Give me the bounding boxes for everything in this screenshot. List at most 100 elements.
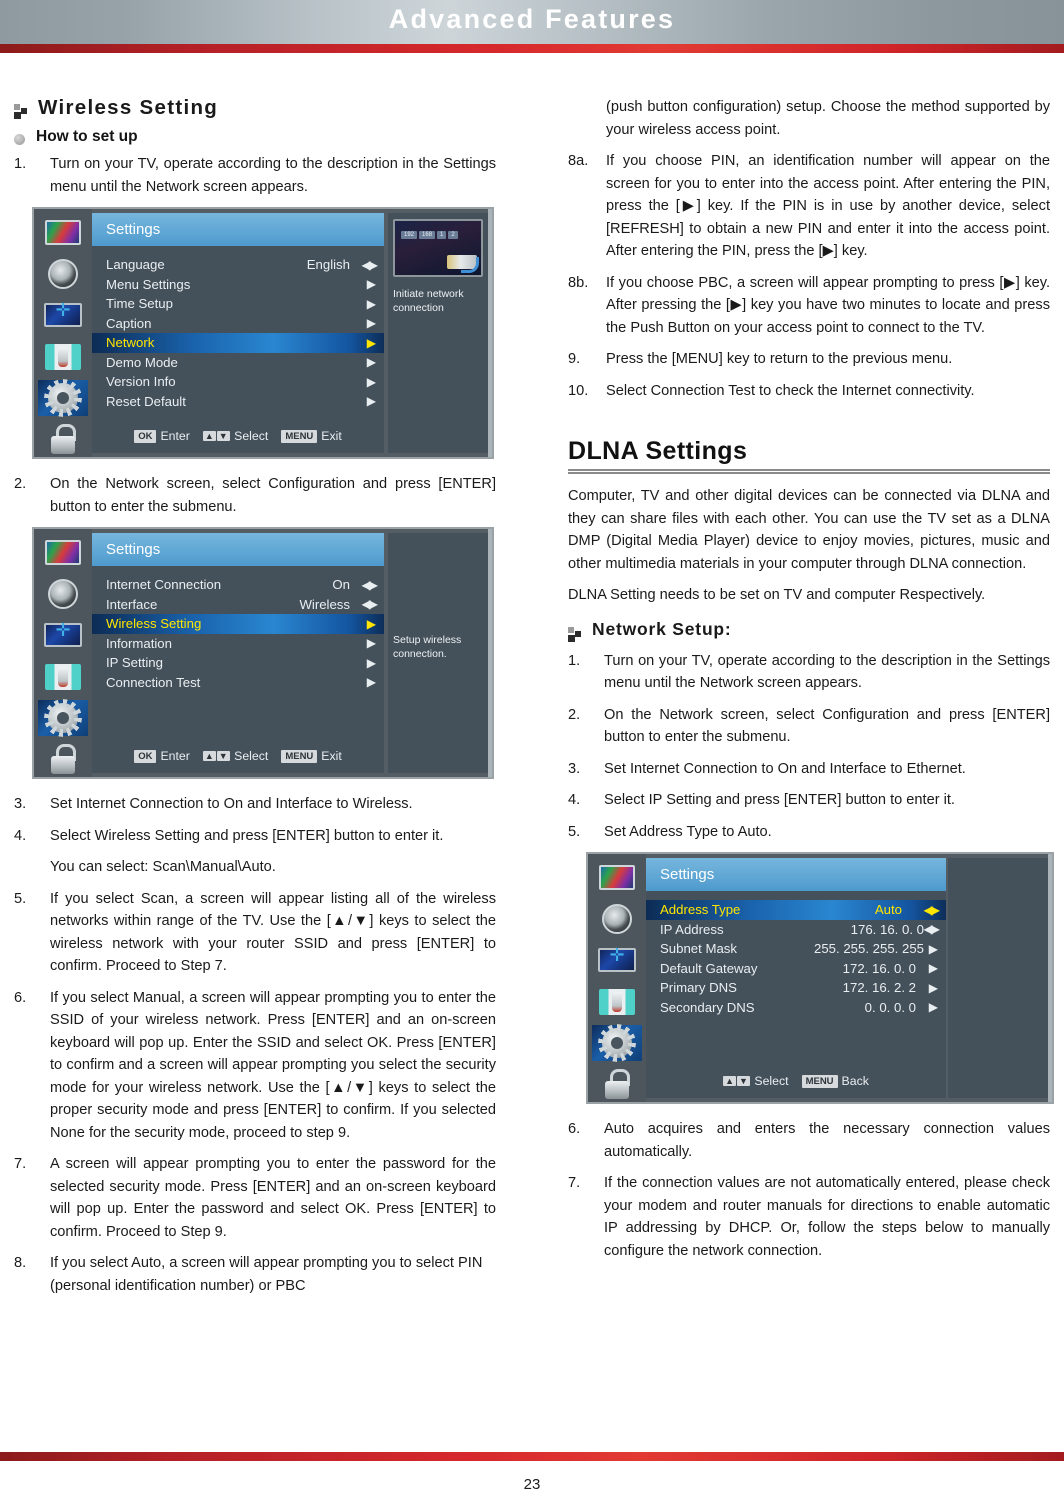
picture-icon — [38, 535, 88, 570]
selectable-options-note: You can select: Scan\Manual\Auto. — [50, 859, 276, 875]
osd-row[interactable]: Time Setup ▶ — [92, 294, 384, 314]
osd-main-panel: Settings Address Type Auto ◀▶ IP Address… — [646, 858, 946, 1098]
osd-right-edge — [1048, 854, 1052, 1102]
osd-row-list: Address Type Auto ◀▶ IP Address 176. 16.… — [646, 891, 946, 1017]
square-bullet-icon — [14, 104, 27, 119]
left-right-arrow-icon: ◀▶ — [923, 922, 941, 937]
osd-row[interactable]: IP Setting ▶ — [92, 653, 384, 673]
right-arrow-icon: ▶ — [928, 941, 938, 956]
osd-icon-rail — [588, 854, 646, 1102]
right-column: (push button configuration) setup. Choos… — [568, 96, 1054, 1271]
list-item: 10. Select Connection Test to check the … — [568, 382, 975, 399]
hint-back: MENU Back — [801, 1074, 869, 1088]
hint-exit: MENU Exit — [281, 429, 342, 443]
osd-side-panel: Setup wireless connection. — [388, 533, 488, 773]
osd-row[interactable]: Default Gateway 172. 16. 0. 0 ▶ — [646, 959, 946, 979]
list-item: 8. If you select Auto, a screen will app… — [14, 1255, 483, 1294]
channel-icon — [38, 339, 88, 374]
osd-key-hints: OK Enter ▲ ▼ Select MENU Exit — [92, 749, 384, 763]
page-header: Advanced Features — [0, 0, 1064, 44]
osd-row[interactable]: Secondary DNS 0. 0. 0. 0 ▶ — [646, 998, 946, 1018]
picture-icon — [592, 860, 642, 895]
osd-row[interactable]: Primary DNS 172. 16. 2. 2 ▶ — [646, 978, 946, 998]
osd-row-selected-network[interactable]: Network ▶ — [92, 333, 384, 353]
lock-icon — [592, 1067, 642, 1102]
osd-row[interactable]: Connection Test ▶ — [92, 673, 384, 693]
osd-row-selected-address-type[interactable]: Address Type Auto ◀▶ — [646, 900, 946, 920]
hint-exit: MENU Exit — [281, 749, 342, 763]
hint-enter: OK Enter — [134, 749, 190, 763]
right-arrow-icon: ▶ — [928, 1000, 938, 1015]
osd-row[interactable]: Reset Default ▶ — [92, 392, 384, 412]
settings-gear-icon — [592, 1025, 642, 1061]
osd-help-text: Setup wireless connection. — [393, 634, 462, 660]
osd-right-edge — [488, 209, 492, 457]
dlna-paragraph: DLNA Setting needs to be set on TV and c… — [568, 587, 986, 603]
list-item: 4. Select Wireless Setting and press [EN… — [14, 827, 444, 844]
hint-select: ▲ ▼ Select — [723, 1074, 789, 1088]
osd-row[interactable]: Caption ▶ — [92, 314, 384, 334]
ethernet-cable-icon — [461, 257, 479, 273]
osd-row[interactable]: Version Info ▶ — [92, 372, 384, 392]
osd-row-selected-wireless-setting[interactable]: Wireless Setting ▶ — [92, 614, 384, 634]
osd-row[interactable]: Language English ◀▶ — [92, 255, 384, 275]
hint-select: ▲ ▼ Select — [202, 429, 269, 443]
screen-icon — [592, 943, 642, 978]
list-item: 8b. If you choose PBC, a screen will app… — [568, 274, 1050, 336]
right-arrow-icon: ▶ — [366, 335, 376, 350]
list-item: 2. On the Network screen, select Configu… — [568, 706, 1050, 746]
list-item: 5. Set Address Type to Auto. — [568, 823, 772, 840]
right-arrow-icon: ▶ — [928, 980, 938, 995]
dlna-settings-heading: DLNA Settings — [568, 437, 748, 465]
list-item: 2. On the Network screen, select Configu… — [14, 476, 496, 515]
osd-row[interactable]: Information ▶ — [92, 634, 384, 654]
right-arrow-icon: ▶ — [366, 296, 376, 311]
osd-ip-setting-screenshot: Settings Address Type Auto ◀▶ IP Address… — [586, 852, 1054, 1104]
hint-enter: OK Enter — [134, 429, 190, 443]
down-arrow-key-icon: ▼ — [737, 1076, 750, 1086]
right-arrow-icon: ▶ — [366, 316, 376, 331]
left-column: Wireless Setting How to set up 1. Turn o… — [14, 96, 496, 1306]
menu-key-icon: MENU — [281, 750, 318, 763]
osd-icon-rail — [34, 209, 92, 457]
osd-row[interactable]: Menu Settings ▶ — [92, 275, 384, 295]
osd-icon-rail — [34, 529, 92, 777]
up-arrow-key-icon: ▲ — [202, 431, 216, 441]
picture-icon — [38, 215, 88, 250]
sound-icon — [38, 256, 88, 291]
osd-row[interactable]: IP Address 176. 16. 0. 0 ◀▶ — [646, 920, 946, 940]
osd-main-panel: Settings Internet Connection On ◀▶ Inter… — [92, 533, 384, 773]
left-right-arrow-icon: ◀▶ — [361, 597, 379, 612]
channel-icon — [38, 659, 88, 694]
up-arrow-key-icon: ▲ — [723, 1076, 737, 1086]
channel-icon — [592, 984, 642, 1019]
list-item: 3. Set Internet Connection to On and Int… — [14, 796, 413, 812]
network-preview-thumbnail: 192 168 1 2 — [393, 219, 483, 277]
list-item: 6. Auto acquires and enters the necessar… — [568, 1121, 1050, 1160]
right-arrow-icon: ▶ — [366, 616, 376, 631]
osd-row[interactable]: Demo Mode ▶ — [92, 353, 384, 373]
list-item: 1. Turn on your TV, operate according to… — [568, 652, 1050, 692]
list-item: 9. Press the [MENU] key to return to the… — [568, 351, 953, 367]
right-arrow-icon: ▶ — [366, 355, 376, 370]
list-item: 1. Turn on your TV, operate according to… — [14, 156, 496, 195]
lock-icon — [38, 742, 88, 777]
right-arrow-icon: ▶ — [928, 961, 938, 976]
sound-icon — [592, 901, 642, 936]
osd-row[interactable]: Subnet Mask 255. 255. 255. 255 ▶ — [646, 939, 946, 959]
osd-settings-menu-screenshot: Settings Language English ◀▶ Menu Settin… — [32, 207, 494, 459]
hint-select: ▲ ▼ Select — [202, 749, 269, 763]
list-item: 7. A screen will appear prompting you to… — [14, 1156, 496, 1240]
dot-bullet-icon — [14, 134, 25, 145]
settings-gear-icon — [38, 380, 88, 416]
ok-key-icon: OK — [134, 430, 157, 443]
left-right-arrow-icon: ◀▶ — [361, 577, 379, 592]
page-number: 23 — [523, 1476, 541, 1493]
osd-row-list: Internet Connection On ◀▶ Interface Wire… — [92, 566, 384, 692]
osd-row[interactable]: Internet Connection On ◀▶ — [92, 575, 384, 595]
dlna-paragraph: Computer, TV and other digital devices c… — [568, 488, 1050, 572]
left-right-arrow-icon: ◀▶ — [923, 902, 941, 917]
right-arrow-icon: ▶ — [366, 394, 376, 409]
osd-key-hints: ▲ ▼ Select MENU Back — [646, 1074, 946, 1088]
osd-row[interactable]: Interface Wireless ◀▶ — [92, 595, 384, 615]
